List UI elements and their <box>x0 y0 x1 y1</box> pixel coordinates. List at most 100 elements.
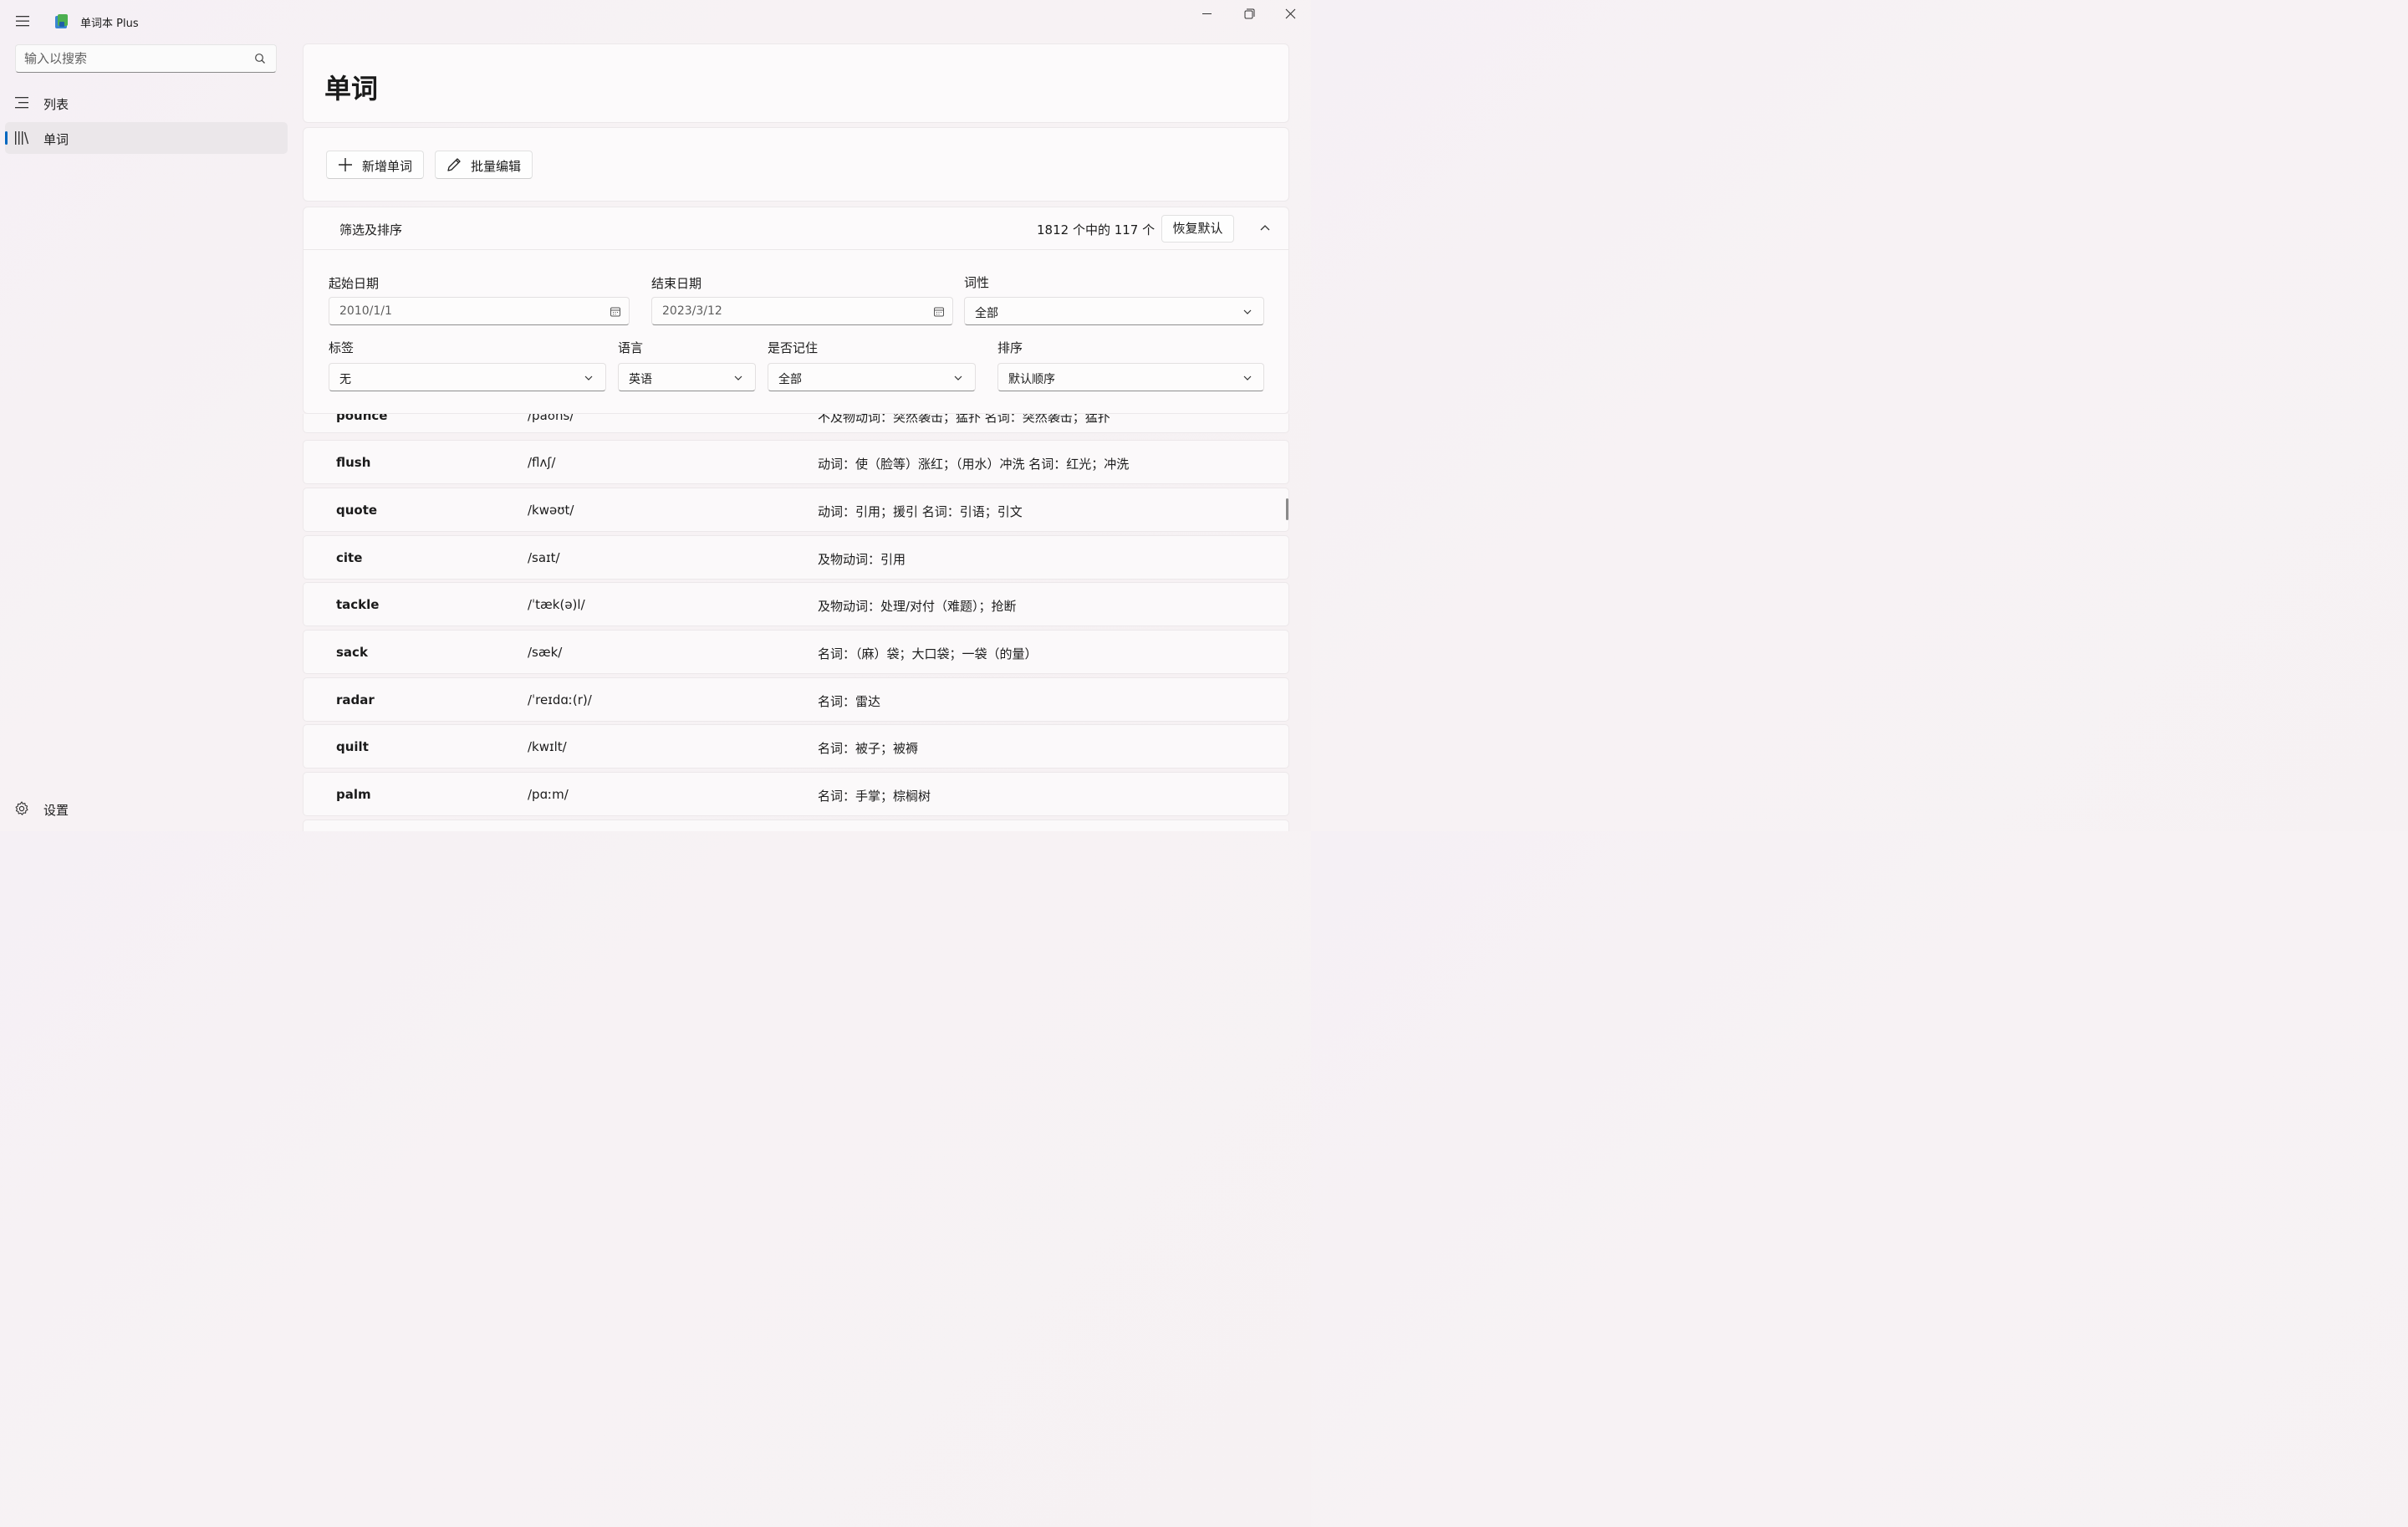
language-dropdown[interactable]: 英语 <box>618 363 756 391</box>
phonetic-cell: /pɑːm/ <box>528 787 569 802</box>
gear-icon <box>15 801 28 815</box>
table-row[interactable]: flush /flʌʃ/ 动词：使（脸等）涨红；（用水）冲洗 名词：红光；冲洗 <box>303 440 1289 484</box>
chevron-up-icon[interactable] <box>1258 221 1273 236</box>
close-icon[interactable] <box>1271 0 1311 28</box>
tag-label: 标签 <box>329 340 355 355</box>
search-icon[interactable] <box>253 52 267 65</box>
sort-value: 默认顺序 <box>1008 373 1055 386</box>
phonetic-cell: /sæk/ <box>528 645 563 660</box>
end-date-picker[interactable]: 2023/3/12 <box>651 297 953 325</box>
meaning-cell: 动词：引用；援引 名词：引语；引文 <box>818 504 1023 519</box>
search-input[interactable] <box>24 45 250 72</box>
table-row[interactable]: quilt /kwɪlt/ 名词：被子；被褥 <box>303 724 1289 769</box>
table-row[interactable] <box>303 820 1289 831</box>
chevron-down-icon <box>1243 309 1252 314</box>
sort-dropdown[interactable]: 默认顺序 <box>997 363 1264 391</box>
library-icon <box>15 131 29 145</box>
add-word-button[interactable]: 新增单词 <box>326 151 424 179</box>
word-cell: quote <box>336 503 378 518</box>
result-count: 1812 个中的 117 个 <box>1037 222 1156 237</box>
table-row[interactable]: palm /pɑːm/ 名词：手掌；棕榈树 <box>303 772 1289 816</box>
sidebar-item-settings[interactable]: 设置 <box>5 793 288 825</box>
sidebar-item-label: 设置 <box>43 803 69 818</box>
meaning-cell: 及物动词：处理/对付（难题）；抢断 <box>818 599 1017 614</box>
meaning-cell: 名词：被子；被褥 <box>818 741 919 756</box>
chevron-down-icon <box>954 375 962 380</box>
search-box[interactable] <box>15 44 277 73</box>
sidebar-item-list[interactable]: 列表 <box>5 87 288 119</box>
meaning-cell: 不及物动词：突然袭击；猛扑 名词：突然袭击；猛扑 <box>818 414 1110 425</box>
meaning-cell: 名词：手掌；棕榈树 <box>818 789 931 804</box>
phonetic-cell: /ˈreɪdɑː(r)/ <box>528 692 592 707</box>
plus-icon <box>339 158 352 171</box>
language-value: 英语 <box>629 373 652 386</box>
word-cell: tackle <box>336 597 380 612</box>
hamburger-menu-icon[interactable] <box>12 12 33 30</box>
table-row[interactable]: radar /ˈreɪdɑː(r)/ 名词：雷达 <box>303 677 1289 722</box>
page-title: 单词 <box>324 73 379 105</box>
pos-dropdown[interactable]: 全部 <box>964 297 1264 325</box>
minimize-icon[interactable] <box>1187 0 1227 28</box>
phonetic-cell: /paʊns/ <box>528 414 574 423</box>
filter-panel: 筛选及排序 1812 个中的 117 个 恢复默认 起始日期 2010/1/1 … <box>303 207 1289 414</box>
chevron-down-icon <box>584 375 593 380</box>
table-row[interactable]: pounce /paʊns/ 不及物动词：突然袭击；猛扑 名词：突然袭击；猛扑 <box>303 414 1289 433</box>
phonetic-cell: /kwɪlt/ <box>528 739 567 754</box>
page-header-card: 单词 <box>303 43 1289 123</box>
add-word-label: 新增单词 <box>362 159 413 174</box>
calendar-icon <box>610 307 620 317</box>
tag-dropdown[interactable]: 无 <box>329 363 606 391</box>
batch-edit-label: 批量编辑 <box>471 159 522 174</box>
filter-header-label: 筛选及排序 <box>339 222 403 237</box>
memorized-label: 是否记住 <box>768 340 819 355</box>
restore-icon[interactable] <box>1229 0 1269 28</box>
pos-value: 全部 <box>975 307 998 320</box>
meaning-cell: 名词：（麻）袋；大口袋；一袋（的量） <box>818 646 1038 661</box>
sidebar-item-label: 列表 <box>43 97 69 112</box>
language-label: 语言 <box>618 340 644 355</box>
word-cell: palm <box>336 787 371 802</box>
pencil-icon <box>447 158 461 171</box>
table-row[interactable]: sack /sæk/ 名词：（麻）袋；大口袋；一袋（的量） <box>303 630 1289 674</box>
start-date-label: 起始日期 <box>329 276 380 291</box>
sort-label: 排序 <box>997 340 1023 355</box>
sidebar-item-label: 单词 <box>43 132 69 147</box>
table-row[interactable]: tackle /ˈtæk(ə)l/ 及物动词：处理/对付（难题）；抢断 <box>303 582 1289 626</box>
toolbar-card: 新增单词 批量编辑 <box>303 127 1289 202</box>
phonetic-cell: /ˈtæk(ə)l/ <box>528 597 585 612</box>
calendar-icon <box>934 307 944 317</box>
start-date-picker[interactable]: 2010/1/1 <box>329 297 630 325</box>
sidebar-item-words[interactable]: 单词 <box>5 122 288 154</box>
reset-button[interactable]: 恢复默认 <box>1161 215 1234 243</box>
word-cell: flush <box>336 455 371 470</box>
memorized-dropdown[interactable]: 全部 <box>768 363 976 391</box>
filter-header[interactable]: 筛选及排序 1812 个中的 117 个 恢复默认 <box>304 207 1288 250</box>
meaning-cell: 动词：使（脸等）涨红；（用水）冲洗 名词：红光；冲洗 <box>818 457 1130 472</box>
word-list[interactable]: pounce /paʊns/ 不及物动词：突然袭击；猛扑 名词：突然袭击；猛扑 … <box>303 414 1289 831</box>
meaning-cell: 名词：雷达 <box>818 694 881 709</box>
title-bar: 单词本 Plus <box>0 0 1311 40</box>
table-row[interactable]: cite /saɪt/ 及物动词：引用 <box>303 535 1289 580</box>
tag-value: 无 <box>339 373 351 386</box>
word-cell: radar <box>336 692 375 707</box>
phonetic-cell: /saɪt/ <box>528 550 560 565</box>
word-cell: sack <box>336 645 368 660</box>
word-cell: pounce <box>336 414 388 423</box>
meaning-cell: 及物动词：引用 <box>818 552 906 567</box>
end-date-label: 结束日期 <box>651 276 702 291</box>
table-row[interactable]: quote /kwəʊt/ 动词：引用；援引 名词：引语；引文 <box>303 488 1289 532</box>
chevron-down-icon <box>734 375 742 380</box>
word-cell: cite <box>336 550 363 565</box>
scrollbar-thumb[interactable] <box>1286 498 1288 520</box>
selected-indicator <box>5 131 8 145</box>
app-logo-icon <box>55 14 68 28</box>
pos-label: 词性 <box>964 275 990 290</box>
phonetic-cell: /kwəʊt/ <box>528 503 574 518</box>
chevron-down-icon <box>1243 375 1252 380</box>
end-date-value: 2023/3/12 <box>662 304 722 318</box>
word-cell: quilt <box>336 739 369 754</box>
memorized-value: 全部 <box>778 373 802 386</box>
phonetic-cell: /flʌʃ/ <box>528 455 556 470</box>
batch-edit-button[interactable]: 批量编辑 <box>435 151 533 179</box>
start-date-value: 2010/1/1 <box>339 304 392 318</box>
